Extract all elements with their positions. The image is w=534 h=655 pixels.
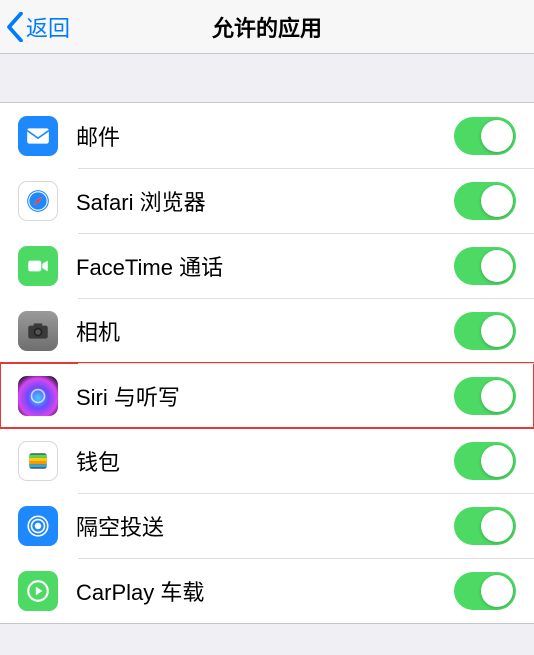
siri-icon (18, 376, 58, 416)
toggle-carplay[interactable] (454, 572, 516, 610)
app-label: Safari 浏览器 (76, 185, 454, 217)
navbar: 返回 允许的应用 (0, 0, 534, 54)
toggle-siri[interactable] (454, 377, 516, 415)
app-row-wallet: 钱包 (0, 428, 534, 493)
toggle-wallet[interactable] (454, 442, 516, 480)
app-label: 邮件 (76, 120, 454, 152)
app-label: Siri 与听写 (76, 380, 454, 412)
app-list: 邮件 Safari 浏览器 FaceTime 通话相机 Siri 与听写钱包隔空投送 C… (0, 102, 534, 624)
app-label: 相机 (76, 315, 454, 347)
toggle-facetime[interactable] (454, 247, 516, 285)
back-button[interactable]: 返回 (0, 11, 70, 43)
app-row-mail: 邮件 (0, 103, 534, 168)
app-row-siri: Siri 与听写 (0, 363, 534, 428)
app-row-safari: Safari 浏览器 (0, 168, 534, 233)
chevron-left-icon (6, 12, 24, 42)
app-label: CarPlay 车载 (76, 575, 454, 607)
back-label: 返回 (26, 11, 70, 43)
toggle-camera[interactable] (454, 312, 516, 350)
app-row-airdrop: 隔空投送 (0, 493, 534, 558)
app-row-camera: 相机 (0, 298, 534, 363)
wallet-icon (18, 441, 58, 481)
airdrop-icon (18, 506, 58, 546)
app-label: 隔空投送 (76, 510, 454, 542)
safari-icon (18, 181, 58, 221)
camera-icon (18, 311, 58, 351)
mail-icon (18, 116, 58, 156)
page-title: 允许的应用 (0, 11, 534, 43)
toggle-mail[interactable] (454, 117, 516, 155)
toggle-safari[interactable] (454, 182, 516, 220)
carplay-icon (18, 571, 58, 611)
facetime-icon (18, 246, 58, 286)
section-spacer (0, 54, 534, 102)
app-label: 钱包 (76, 445, 454, 477)
app-row-facetime: FaceTime 通话 (0, 233, 534, 298)
app-row-carplay: CarPlay 车载 (0, 558, 534, 623)
toggle-airdrop[interactable] (454, 507, 516, 545)
app-label: FaceTime 通话 (76, 250, 454, 282)
